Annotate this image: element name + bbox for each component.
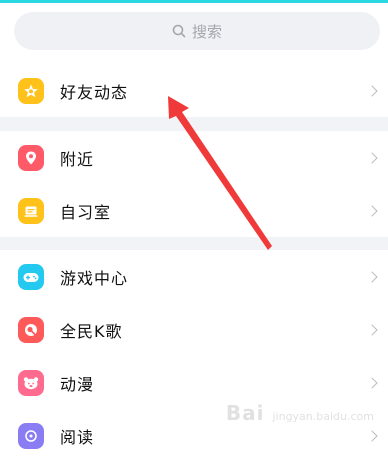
section-divider xyxy=(0,117,388,131)
search-input[interactable]: 搜索 xyxy=(14,12,380,50)
karaoke-icon xyxy=(18,316,44,343)
study-room-icon xyxy=(18,197,44,224)
menu-item-label: 游戏中心 xyxy=(60,268,129,288)
chevron-right-icon xyxy=(366,84,378,97)
menu-item-game-center[interactable]: 游戏中心 xyxy=(0,250,388,303)
menu-item-label: 自习室 xyxy=(60,202,112,222)
anime-icon xyxy=(18,369,44,396)
menu-item-label: 动漫 xyxy=(60,374,95,394)
search-placeholder: 搜索 xyxy=(191,22,222,41)
gamepad-icon xyxy=(18,263,44,290)
menu-item-friend-feed[interactable]: 好友动态 xyxy=(0,64,388,117)
group-nearby: 附近 自习室 xyxy=(0,131,388,237)
menu-item-karaoke[interactable]: 全民K歌 xyxy=(0,303,388,356)
chevron-right-icon xyxy=(366,270,378,283)
section-divider xyxy=(0,237,388,251)
search-icon xyxy=(172,24,186,38)
chevron-right-icon xyxy=(366,429,378,442)
chevron-right-icon xyxy=(366,151,378,164)
location-pin-icon xyxy=(18,144,44,171)
chevron-right-icon xyxy=(366,204,378,217)
menu-item-study-room[interactable]: 自习室 xyxy=(0,184,388,237)
star-icon xyxy=(18,77,44,104)
reading-icon xyxy=(18,422,44,449)
menu-item-label: 全民K歌 xyxy=(60,321,123,341)
group-friends: 好友动态 xyxy=(0,64,388,117)
menu-item-label: 附近 xyxy=(60,149,95,169)
menu-item-label: 好友动态 xyxy=(60,82,129,102)
search-area: 搜索 xyxy=(0,3,388,71)
watermark-sub: jingyan.baidu.com xyxy=(272,410,374,423)
menu-item-nearby[interactable]: 附近 xyxy=(0,131,388,184)
watermark-text: Bai xyxy=(225,401,265,425)
menu-item-label: 阅读 xyxy=(60,427,95,447)
chevron-right-icon xyxy=(366,376,378,389)
chevron-right-icon xyxy=(366,323,378,336)
watermark: Bai jingyan.baidu.com xyxy=(226,401,374,425)
